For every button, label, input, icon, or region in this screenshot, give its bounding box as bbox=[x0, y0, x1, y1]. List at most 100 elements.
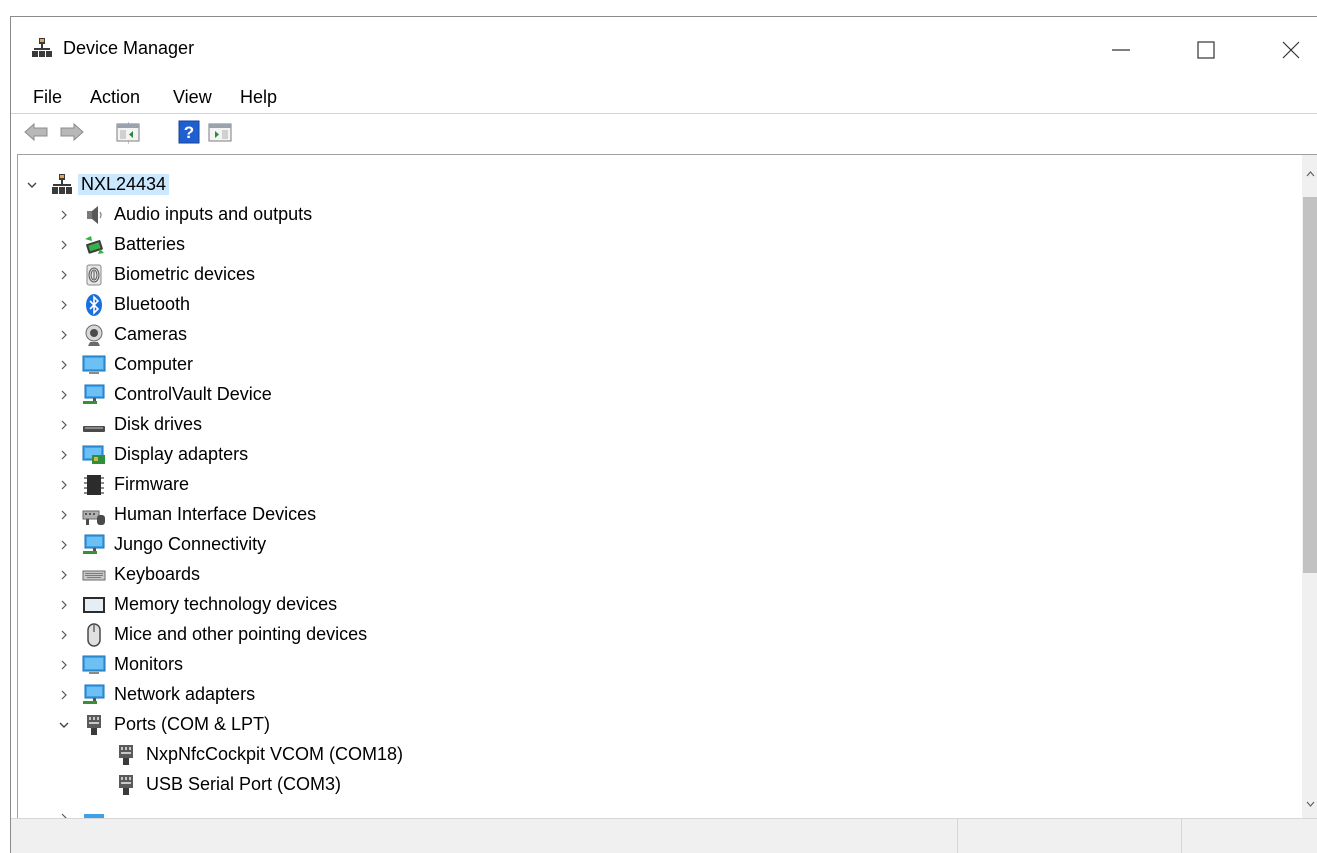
tree-item-audio[interactable]: Audio inputs and outputs bbox=[58, 200, 458, 230]
scroll-thumb[interactable] bbox=[1303, 197, 1317, 573]
tree-item-disk-drives[interactable]: Disk drives bbox=[58, 410, 458, 440]
maximize-icon bbox=[1197, 41, 1215, 59]
title-bar[interactable]: Device Manager bbox=[11, 17, 1317, 81]
chevron-right-icon[interactable] bbox=[58, 209, 70, 221]
tree-item-label: Display adapters bbox=[114, 444, 249, 464]
chevron-down-icon[interactable] bbox=[58, 719, 70, 731]
network-computer-icon bbox=[83, 384, 105, 404]
chevron-down-icon[interactable] bbox=[26, 179, 38, 191]
tree-item-label: NxpNfcCockpit VCOM (COM18) bbox=[146, 744, 404, 764]
root-label: NXL24434 bbox=[78, 174, 170, 195]
menu-help[interactable]: Help bbox=[238, 85, 279, 110]
tree-item-batteries[interactable]: Batteries bbox=[58, 230, 458, 260]
chevron-right-icon[interactable] bbox=[58, 239, 70, 251]
status-pane bbox=[957, 819, 1182, 853]
tree-item-controlvault[interactable]: ControlVault Device bbox=[58, 380, 458, 410]
tree-item-label: Human Interface Devices bbox=[114, 504, 317, 524]
status-pane bbox=[1181, 819, 1317, 853]
tree-item-cameras[interactable]: Cameras bbox=[58, 320, 458, 350]
tree-item-network-adapters[interactable]: Network adapters bbox=[58, 680, 458, 710]
tree-item-keyboards[interactable]: Keyboards bbox=[58, 560, 458, 590]
chevron-right-icon[interactable] bbox=[58, 629, 70, 641]
tree-item-label: Cameras bbox=[114, 324, 188, 344]
back-icon bbox=[24, 122, 48, 142]
toolbar: ? bbox=[11, 114, 1317, 150]
tree-item-computer[interactable]: Computer bbox=[58, 350, 458, 380]
help-button[interactable]: ? bbox=[176, 120, 202, 144]
device-manager-icon bbox=[31, 37, 53, 59]
chevron-right-icon[interactable] bbox=[58, 599, 70, 611]
tree-item-bluetooth[interactable]: Bluetooth bbox=[58, 290, 458, 320]
tree-item-firmware[interactable]: Firmware bbox=[58, 470, 458, 500]
chevron-right-icon[interactable] bbox=[58, 689, 70, 701]
show-action-pane-button[interactable] bbox=[207, 120, 233, 144]
chevron-right-icon[interactable] bbox=[58, 359, 70, 371]
menu-view[interactable]: View bbox=[171, 85, 214, 110]
chevron-right-icon[interactable] bbox=[58, 539, 70, 551]
show-hide-console-tree-button[interactable] bbox=[115, 120, 141, 144]
tree-item-label: Bluetooth bbox=[114, 294, 191, 314]
tree-item-label: USB Serial Port (COM3) bbox=[146, 774, 342, 794]
menu-bar: File Action View Help bbox=[11, 81, 1317, 113]
tree-item-label: Monitors bbox=[114, 654, 184, 674]
tree-item-label: Ports (COM & LPT) bbox=[114, 714, 271, 734]
tree-item-monitors[interactable]: Monitors bbox=[58, 650, 458, 680]
tree-item-usb-serial[interactable]: USB Serial Port (COM3) bbox=[90, 770, 490, 800]
chevron-right-icon[interactable] bbox=[58, 299, 70, 311]
tree-item-label: Biometric devices bbox=[114, 264, 256, 284]
chevron-right-icon[interactable] bbox=[58, 569, 70, 581]
chevron-right-icon[interactable] bbox=[58, 659, 70, 671]
tree-item-ports[interactable]: Ports (COM & LPT) bbox=[58, 710, 458, 740]
chevron-right-icon[interactable] bbox=[58, 329, 70, 341]
tree-item-mice[interactable]: Mice and other pointing devices bbox=[58, 620, 458, 650]
close-button[interactable] bbox=[1269, 29, 1313, 69]
show-action-pane-icon bbox=[208, 123, 232, 142]
port-icon bbox=[119, 745, 133, 765]
chevron-right-icon[interactable] bbox=[58, 449, 70, 461]
back-button[interactable] bbox=[23, 120, 49, 144]
chevron-right-icon[interactable] bbox=[58, 479, 70, 491]
tree-item-jungo[interactable]: Jungo Connectivity bbox=[58, 530, 458, 560]
device-manager-window: Device Manager File Action View Help ? N… bbox=[10, 16, 1317, 853]
tree-item-label: Computer bbox=[114, 354, 194, 374]
scroll-down-icon[interactable] bbox=[1305, 798, 1316, 809]
window-title: Device Manager bbox=[63, 38, 195, 58]
device-tree[interactable]: NXL24434 Audio inputs and outputs Batter… bbox=[17, 154, 1317, 818]
network-computer-icon bbox=[83, 684, 105, 704]
tree-item-label: Memory technology devices bbox=[114, 594, 338, 614]
display-adapter-icon bbox=[82, 445, 105, 464]
speaker-icon bbox=[87, 206, 102, 224]
chevron-right-icon[interactable] bbox=[58, 509, 70, 521]
tree-item-label: Firmware bbox=[114, 474, 189, 494]
chevron-right-icon[interactable] bbox=[58, 389, 70, 401]
computer-tree-icon bbox=[52, 174, 72, 194]
firmware-icon bbox=[84, 475, 104, 495]
tree-root[interactable]: NXL24434 bbox=[26, 170, 426, 200]
chevron-right-icon[interactable] bbox=[58, 419, 70, 431]
chevron-right-icon[interactable] bbox=[58, 269, 70, 281]
status-bar bbox=[11, 818, 1317, 853]
close-icon bbox=[1282, 41, 1300, 59]
tree-item-label: Disk drives bbox=[114, 414, 203, 434]
camera-icon bbox=[85, 324, 103, 346]
tree-item-biometric[interactable]: Biometric devices bbox=[58, 260, 458, 290]
tree-item-label: ControlVault Device bbox=[114, 384, 272, 404]
port-icon bbox=[119, 775, 133, 795]
vertical-scrollbar[interactable] bbox=[1302, 155, 1317, 818]
tree-item-nxp-vcom[interactable]: NxpNfcCockpit VCOM (COM18) bbox=[90, 740, 490, 770]
tree-item-label: Keyboards bbox=[114, 564, 201, 584]
forward-icon bbox=[60, 122, 84, 142]
tree-item-hid[interactable]: Human Interface Devices bbox=[58, 500, 458, 530]
maximize-button[interactable] bbox=[1184, 29, 1228, 69]
tree-item-label: Jungo Connectivity bbox=[114, 534, 267, 554]
svg-text:?: ? bbox=[184, 123, 194, 142]
menu-action[interactable]: Action bbox=[88, 85, 142, 110]
tree-item-label: Audio inputs and outputs bbox=[114, 204, 313, 224]
menu-file[interactable]: File bbox=[31, 85, 64, 110]
minimize-icon bbox=[1112, 49, 1130, 51]
tree-item-memory-tech[interactable]: Memory technology devices bbox=[58, 590, 458, 620]
minimize-button[interactable] bbox=[1099, 29, 1143, 69]
scroll-up-icon[interactable] bbox=[1305, 169, 1316, 180]
tree-item-display-adapters[interactable]: Display adapters bbox=[58, 440, 458, 470]
forward-button[interactable] bbox=[59, 120, 85, 144]
